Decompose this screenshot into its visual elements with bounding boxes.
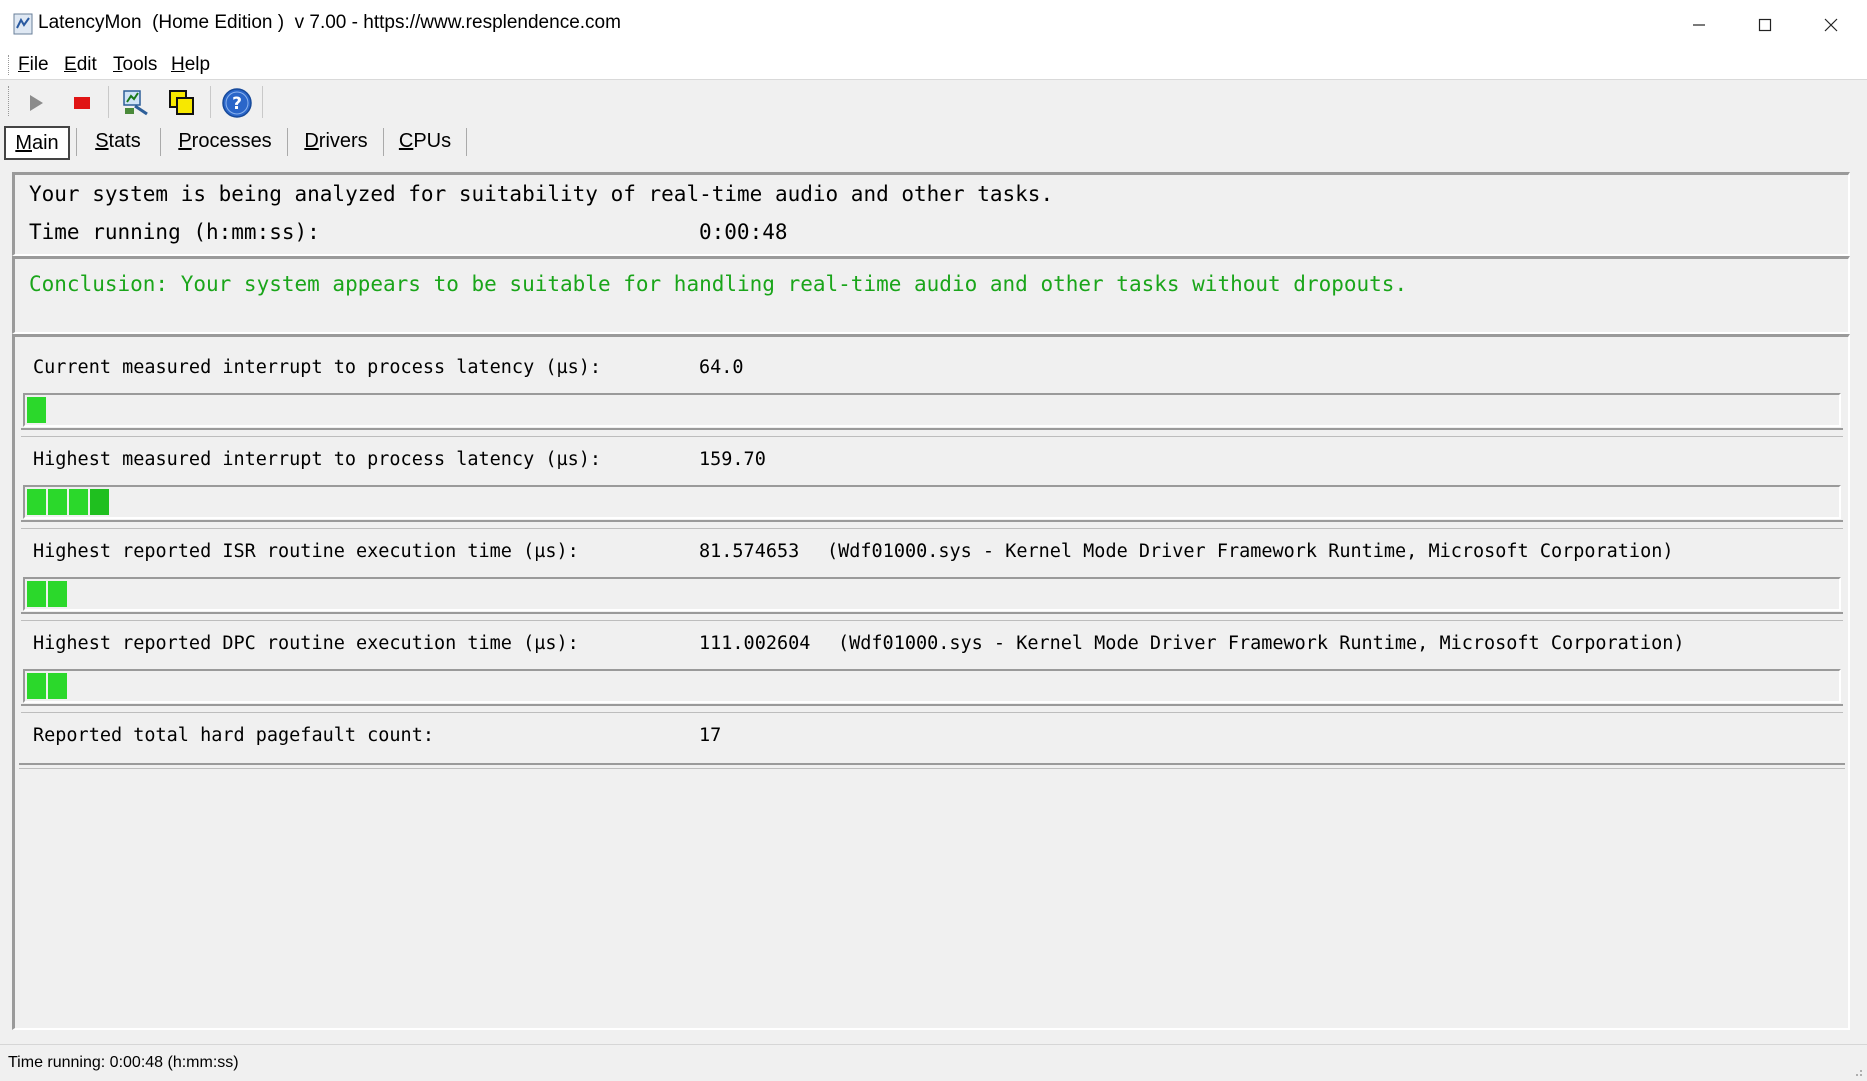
time-running-label: Time running (h:mm:ss): — [29, 220, 320, 244]
measure-label: Current measured interrupt to process la… — [33, 357, 602, 378]
start-button[interactable] — [18, 86, 54, 120]
analyze-button[interactable] — [118, 86, 154, 120]
close-button[interactable] — [1798, 0, 1864, 50]
conclusion-text: Conclusion: Your system appears to be su… — [29, 272, 1408, 296]
stop-button[interactable] — [64, 86, 100, 120]
status-bar: Time running: 0:00:48 (h:mm:ss) — [0, 1044, 1867, 1081]
meter-segment — [69, 489, 88, 515]
tab-strip: Main Stats Processes Drivers C PUs — [0, 124, 1867, 160]
resize-grip-icon[interactable] — [1851, 1065, 1863, 1077]
measure-value: 64.0 — [699, 357, 744, 378]
measure-label: Reported total hard pagefault count: — [33, 725, 434, 746]
analyze-icon — [123, 90, 148, 116]
copy-icon — [169, 90, 194, 115]
menu-bar: File Edit Tools Help — [0, 50, 1867, 80]
meter-segment — [27, 581, 46, 607]
minimize-button[interactable] — [1666, 0, 1732, 50]
latency-meter-fill — [27, 489, 109, 515]
tab-cpus[interactable]: C PUs — [391, 126, 459, 156]
tab-separator — [466, 128, 467, 156]
menu-file[interactable]: File — [16, 54, 51, 76]
measure-value: 111.002604 — [699, 633, 811, 654]
status-bar-text: Time running: 0:00:48 (h:mm:ss) — [8, 1054, 239, 1071]
latency-meter — [21, 669, 1843, 713]
latency-meter-fill — [27, 673, 67, 699]
menu-tools[interactable]: Tools — [111, 54, 159, 76]
section-divider — [19, 763, 1845, 769]
stop-icon — [74, 97, 90, 109]
tab-separator — [383, 128, 384, 156]
latency-meter-fill — [27, 397, 46, 423]
title-bar: LatencyMon (Home Edition ) v 7.00 - http… — [0, 0, 1867, 51]
help-icon: ? — [222, 88, 252, 118]
meter-segment — [27, 397, 46, 423]
tab-main[interactable]: Main — [4, 126, 70, 160]
close-icon — [1824, 18, 1838, 32]
toolbar-separator — [262, 86, 263, 118]
measure-value: 159.70 — [699, 449, 766, 470]
measure-label: Highest reported ISR routine execution t… — [33, 541, 579, 562]
maximize-button[interactable] — [1732, 0, 1798, 50]
minimize-icon — [1693, 24, 1705, 26]
measure-detail: (Wdf01000.sys - Kernel Mode Driver Frame… — [827, 541, 1674, 562]
conclusion-panel: Conclusion: Your system appears to be su… — [12, 256, 1850, 334]
measure-label: Highest measured interrupt to process la… — [33, 449, 602, 470]
latency-meter-fill — [27, 581, 67, 607]
analysis-message: Your system is being analyzed for suitab… — [29, 182, 1054, 206]
menu-edit[interactable]: Edit — [62, 54, 99, 76]
meter-segment — [27, 489, 46, 515]
tab-drivers[interactable]: Drivers — [296, 126, 376, 156]
tab-separator — [160, 128, 161, 156]
meter-segment — [48, 673, 67, 699]
latency-meter — [21, 577, 1843, 621]
toolbar-separator — [108, 86, 109, 118]
measurements-panel: Current measured interrupt to process la… — [12, 334, 1850, 1030]
measure-value: 81.574653 — [699, 541, 800, 562]
measure-value: 17 — [699, 725, 722, 746]
toolbar-grip — [8, 86, 11, 116]
latency-meter — [21, 393, 1843, 437]
window-title: LatencyMon (Home Edition ) v 7.00 - http… — [38, 12, 621, 33]
meter-segment — [90, 489, 109, 515]
tab-processes[interactable]: Processes — [170, 126, 280, 156]
maximize-icon — [1758, 18, 1772, 32]
latencymon-icon — [13, 13, 33, 35]
svg-text:?: ? — [232, 94, 242, 114]
menu-help[interactable]: Help — [169, 54, 212, 76]
toolbar: ? — [0, 80, 1867, 124]
menu-grip — [8, 55, 11, 75]
meter-segment — [48, 581, 67, 607]
meter-segment — [48, 489, 67, 515]
tab-stats[interactable]: Stats — [84, 126, 152, 156]
measure-detail: (Wdf01000.sys - Kernel Mode Driver Frame… — [838, 633, 1685, 654]
analysis-status-panel: Your system is being analyzed for suitab… — [12, 172, 1850, 256]
measure-label: Highest reported DPC routine execution t… — [33, 633, 579, 654]
help-button[interactable]: ? — [219, 86, 255, 120]
play-icon — [30, 95, 43, 111]
meter-segment — [27, 673, 46, 699]
time-running-value: 0:00:48 — [699, 220, 788, 244]
copy-button[interactable] — [164, 86, 200, 120]
latency-meter — [21, 485, 1843, 529]
tab-separator — [76, 128, 77, 156]
tab-separator — [287, 128, 288, 156]
toolbar-separator — [210, 86, 211, 118]
